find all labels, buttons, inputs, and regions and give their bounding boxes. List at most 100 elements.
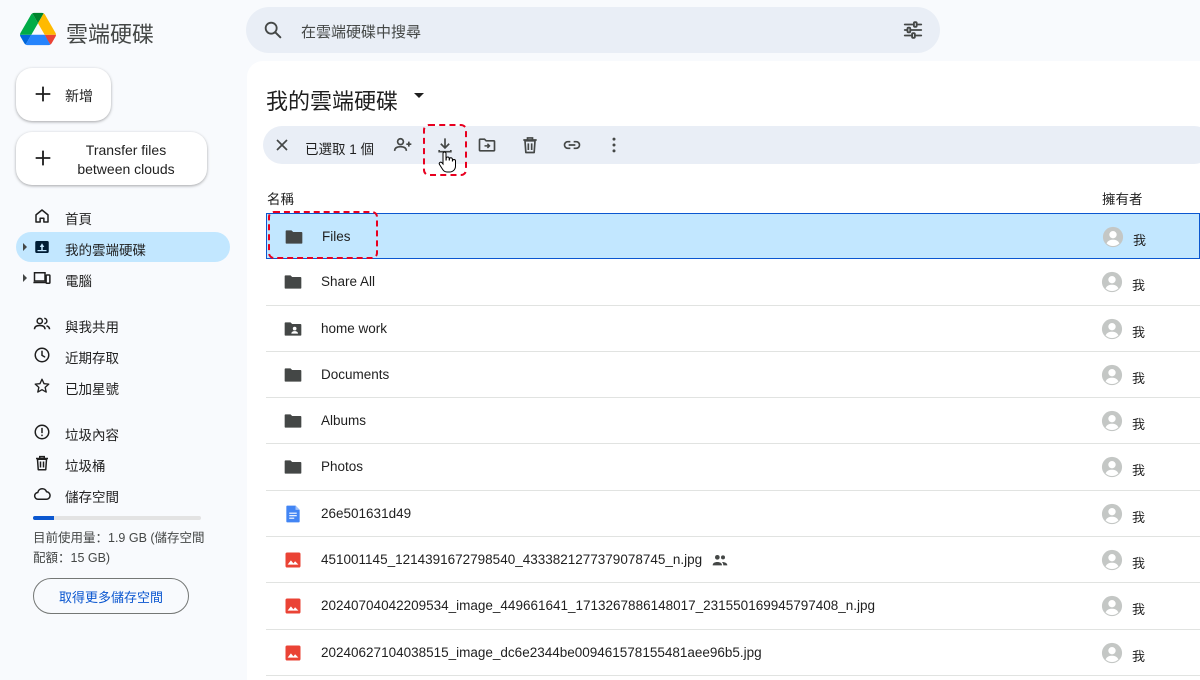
sidebar-item-home[interactable]: 首頁 [16, 201, 230, 231]
spam-icon [34, 424, 50, 440]
folder-icon [284, 275, 302, 289]
file-owner: 我 [1132, 648, 1146, 664]
folder-icon [284, 368, 302, 382]
sidebar-item-label: 儲存空間 [65, 490, 119, 505]
search-bar[interactable]: 在雲端硬碟中搜尋 [246, 7, 940, 53]
sidebar-item-storage[interactable]: 儲存空間 [16, 479, 230, 509]
file-row[interactable]: 20240627104038515_image_dc6e2344be009461… [266, 630, 1200, 676]
sidebar-item-label: 電腦 [65, 274, 92, 289]
selection-count: 已選取 1 個 [305, 142, 375, 157]
search-icon[interactable] [262, 19, 284, 41]
file-name: home work [321, 320, 388, 336]
file-owner: 我 [1132, 509, 1146, 525]
sidebar-item-label: 與我共用 [65, 320, 119, 335]
folder-icon [284, 414, 302, 428]
computers-icon [33, 272, 51, 284]
download-icon[interactable] [435, 135, 455, 155]
drive-logo [20, 12, 56, 46]
file-name: 20240704042209534_image_449661641_171326… [321, 598, 876, 614]
recent-icon [34, 347, 50, 363]
file-owner: 我 [1132, 370, 1146, 386]
trash-icon [36, 455, 48, 471]
file-row[interactable]: Photos 我 [266, 444, 1200, 491]
sidebar-item-spam[interactable]: 垃圾內容 [16, 417, 230, 447]
column-header-owner[interactable]: 擁有者 [1102, 188, 1143, 208]
new-button[interactable]: 新增 [16, 68, 111, 121]
more-options-icon[interactable] [604, 135, 624, 155]
avatar [1101, 596, 1123, 617]
file-row[interactable]: 451001145_1214391672798540_4333821277379… [266, 537, 1200, 584]
file-name: Photos [321, 459, 364, 475]
avatar [1101, 642, 1123, 663]
share-person-add-icon[interactable] [393, 135, 413, 155]
file-list: Files 我 Share All 我 home work 我 Documents 我 Albu… [266, 213, 1200, 676]
app-title: 雲端硬碟 [66, 22, 155, 47]
search-options-icon[interactable] [902, 19, 924, 41]
file-name: 20240627104038515_image_dc6e2344be009461… [321, 644, 762, 660]
file-name: 26e501631d49 [321, 505, 412, 521]
file-row[interactable]: 26e501631d49 我 [266, 491, 1200, 538]
get-more-storage-button[interactable]: 取得更多儲存空間 [33, 578, 189, 614]
image-file-icon [285, 552, 301, 568]
file-row[interactable]: Files 我 [266, 213, 1200, 260]
file-owner: 我 [1132, 463, 1146, 479]
file-name: Files [322, 229, 351, 244]
move-to-folder-icon[interactable] [477, 135, 497, 155]
file-owner: 我 [1132, 602, 1146, 618]
cloud-icon [33, 487, 51, 500]
avatar [1101, 457, 1123, 478]
sidebar-item-recent[interactable]: 近期存取 [16, 340, 230, 370]
image-file-icon [285, 598, 301, 614]
file-row[interactable]: home work 我 [266, 306, 1200, 352]
shared-people-icon [712, 555, 728, 566]
plus-icon [35, 150, 51, 166]
avatar [1101, 411, 1123, 432]
sidebar-item-my-drive[interactable]: 我的雲端硬碟 [16, 232, 230, 262]
sidebar-item-label: 垃圾桶 [65, 459, 106, 474]
file-owner: 我 [1132, 556, 1146, 572]
sidebar-item-computers[interactable]: 電腦 [16, 263, 230, 293]
file-owner: 我 [1132, 278, 1146, 294]
file-owner: 我 [1132, 417, 1146, 433]
storage-quota-bar [33, 516, 201, 520]
sidebar-item-shared-with-me[interactable]: 與我共用 [16, 309, 230, 339]
selection-toolbar: 已選取 1 個 [263, 126, 1200, 164]
avatar [1101, 503, 1123, 524]
page-title[interactable]: 我的雲端硬碟 [266, 84, 398, 116]
file-name: Share All [321, 274, 376, 290]
search-input[interactable]: 在雲端硬碟中搜尋 [301, 21, 421, 42]
sidebar-item-trash[interactable]: 垃圾桶 [16, 448, 230, 478]
file-row[interactable]: Documents 我 [266, 352, 1200, 399]
avatar [1101, 272, 1123, 293]
sidebar-item-label: 首頁 [65, 212, 92, 227]
title-dropdown-icon[interactable] [414, 93, 424, 98]
avatar [1101, 318, 1123, 339]
file-row[interactable]: Share All 我 [266, 259, 1200, 306]
close-icon[interactable] [272, 135, 292, 155]
file-row[interactable]: Albums 我 [266, 398, 1200, 445]
expand-caret-icon[interactable] [23, 274, 27, 282]
column-header-name[interactable]: 名稱 [267, 188, 294, 208]
file-name: 451001145_1214391672798540_4333821277379… [321, 552, 703, 568]
folder-icon [285, 230, 303, 244]
file-row[interactable]: 20240704042209534_image_449661641_171326… [266, 583, 1200, 630]
avatar [1101, 549, 1123, 571]
sidebar-item-label: 垃圾內容 [65, 428, 119, 443]
storage-usage-text: 目前使用量：1.9 GB (儲存空間配額：15 GB) [33, 531, 205, 565]
file-name: Albums [321, 413, 367, 429]
file-owner: 我 [1133, 233, 1147, 248]
trash-icon[interactable] [520, 135, 540, 155]
storage-quota-fill [33, 516, 55, 520]
new-button-label: 新增 [65, 88, 93, 104]
transfer-files-button[interactable]: Transfer files between clouds [16, 132, 207, 185]
plus-icon [35, 86, 51, 102]
star-icon [34, 378, 50, 393]
image-file-icon [285, 645, 301, 661]
file-owner: 我 [1132, 324, 1146, 340]
home-icon [35, 209, 49, 223]
sidebar-item-starred[interactable]: 已加星號 [16, 371, 230, 401]
sidebar-item-label: 我的雲端硬碟 [65, 243, 146, 258]
expand-caret-icon[interactable] [23, 243, 27, 251]
shared-folder-icon [284, 321, 302, 336]
link-icon[interactable] [562, 135, 582, 155]
